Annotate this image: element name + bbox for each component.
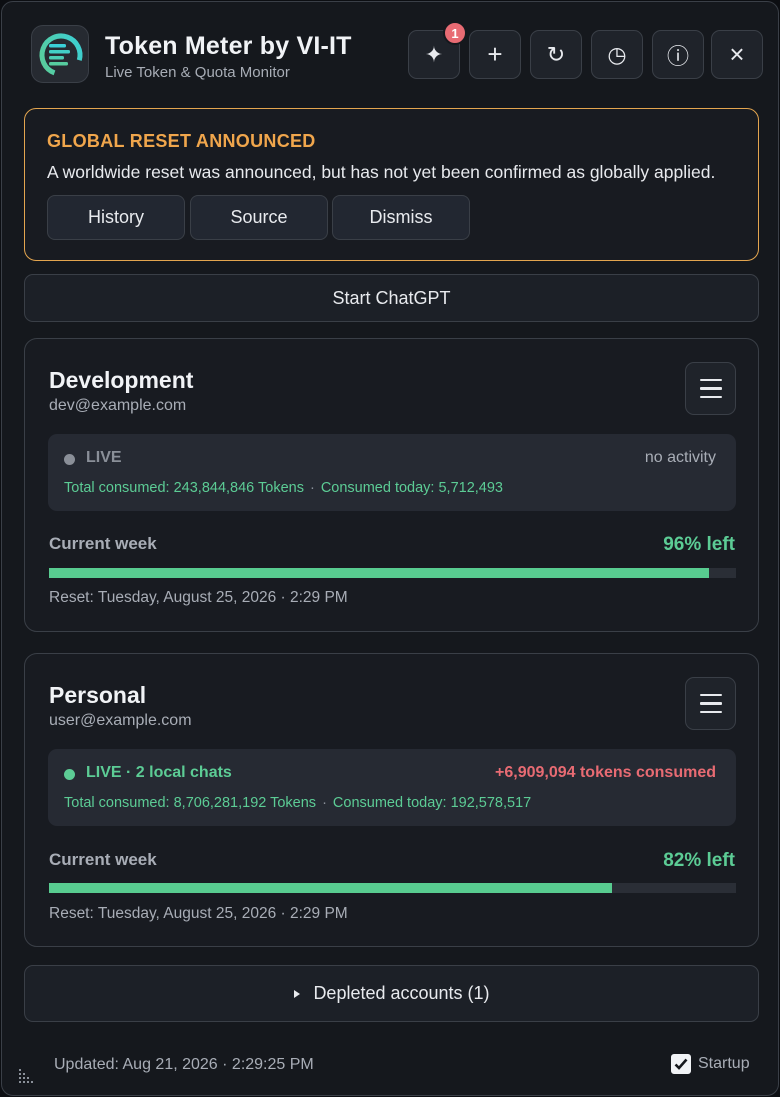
notification-badge: 1 bbox=[443, 21, 467, 45]
quota-progress-bar bbox=[49, 568, 736, 578]
alert-message: A worldwide reset was announced, but has… bbox=[47, 162, 716, 182]
separator: · bbox=[309, 480, 315, 496]
account-menu-button[interactable] bbox=[685, 362, 736, 415]
account-email: dev@example.com bbox=[49, 397, 187, 414]
close-icon: × bbox=[729, 39, 745, 69]
account-email: user@example.com bbox=[49, 712, 192, 729]
triangle-right-icon bbox=[294, 989, 301, 998]
total-consumed: Total consumed: 243,844,846 Tokens bbox=[64, 480, 304, 496]
consumption-totals: Total consumed: 8,706,281,192 Tokens · Con… bbox=[64, 795, 531, 811]
header: Token Meter by VI-IT Live Token & Quota … bbox=[2, 2, 778, 102]
activity-text: +6,909,094 tokens consumed bbox=[495, 764, 716, 781]
live-status-label: LIVE · 2 local chats bbox=[86, 764, 232, 781]
status-dot-icon bbox=[64, 454, 75, 465]
add-account-button[interactable]: + bbox=[469, 30, 521, 79]
token-meter-logo-icon bbox=[31, 25, 89, 83]
quota-progress-fill bbox=[49, 883, 613, 893]
start-chatgpt-button[interactable]: Start ChatGPT bbox=[24, 274, 759, 322]
dismiss-alert-button[interactable]: Dismiss bbox=[332, 195, 470, 240]
account-card-development: Development dev@example.com LIVE no acti… bbox=[24, 338, 759, 632]
info-button[interactable]: ⓘ bbox=[652, 30, 704, 79]
last-updated-text: Updated: Aug 21, 2026 · 2:29:25 PM bbox=[54, 1056, 314, 1073]
hamburger-icon bbox=[699, 378, 722, 382]
reset-time: Reset: Tuesday, August 25, 2026 · 2:29 P… bbox=[49, 589, 348, 606]
depleted-accounts-label: Depleted accounts (1) bbox=[313, 983, 490, 1003]
history-alert-button[interactable]: History bbox=[47, 195, 185, 240]
sparkle-icon: ✦ bbox=[424, 41, 444, 67]
activity-text: no activity bbox=[644, 449, 716, 466]
live-status-label: LIVE bbox=[86, 449, 122, 466]
refresh-icon: ↻ bbox=[546, 41, 566, 67]
account-menu-button[interactable] bbox=[685, 677, 736, 730]
status-dot-icon bbox=[64, 769, 75, 780]
separator: · bbox=[322, 795, 327, 811]
app-window: Token Meter by VI-IT Live Token & Quota … bbox=[1, 1, 779, 1096]
startup-checkbox[interactable] bbox=[671, 1054, 691, 1074]
consumed-today: Consumed today: 192,578,517 bbox=[332, 795, 532, 811]
account-name: Development bbox=[49, 367, 194, 393]
week-remaining: 96% left bbox=[663, 534, 735, 555]
quota-progress-fill bbox=[49, 568, 709, 578]
depleted-accounts-toggle[interactable]: Depleted accounts (1) bbox=[24, 965, 759, 1022]
refresh-button[interactable]: ↻ bbox=[530, 30, 582, 79]
live-status-box: LIVE no activity Total consumed: 243,844… bbox=[48, 434, 736, 511]
startup-label: Startup bbox=[698, 1055, 750, 1072]
reset-time: Reset: Tuesday, August 25, 2026 · 2:29 P… bbox=[49, 905, 348, 922]
consumed-today: Consumed today: 5,712,493 bbox=[320, 480, 503, 496]
quota-progress-bar bbox=[49, 883, 736, 893]
plus-icon: + bbox=[487, 39, 503, 69]
source-alert-button[interactable]: Source bbox=[190, 195, 328, 240]
alert-title: GLOBAL RESET ANNOUNCED bbox=[47, 131, 316, 151]
hamburger-icon bbox=[699, 693, 722, 697]
week-label: Current week bbox=[49, 534, 157, 553]
total-consumed: Total consumed: 8,706,281,192 Tokens bbox=[64, 795, 317, 811]
global-reset-alert: GLOBAL RESET ANNOUNCED A worldwide reset… bbox=[24, 108, 759, 261]
startup-toggle[interactable]: Startup bbox=[671, 1054, 750, 1074]
consumption-totals: Total consumed: 243,844,846 Tokens · Consu… bbox=[64, 480, 503, 496]
app-title: Token Meter by VI-IT bbox=[105, 32, 352, 60]
live-status-box: LIVE · 2 local chats +6,909,094 tokens c… bbox=[48, 749, 736, 826]
info-icon: ⓘ bbox=[666, 43, 689, 69]
resize-grip-icon[interactable] bbox=[18, 1068, 36, 1084]
app-subtitle: Live Token & Quota Monitor bbox=[105, 64, 290, 81]
history-clock-icon: ◷ bbox=[607, 41, 627, 67]
close-button[interactable]: × bbox=[711, 30, 763, 79]
account-card-personal: Personal user@example.com LIVE · 2 local… bbox=[24, 653, 759, 947]
history-button[interactable]: ◷ bbox=[591, 30, 643, 79]
checkmark-icon bbox=[674, 1058, 688, 1070]
week-label: Current week bbox=[49, 850, 157, 869]
week-remaining: 82% left bbox=[663, 850, 735, 871]
account-name: Personal bbox=[49, 682, 147, 708]
